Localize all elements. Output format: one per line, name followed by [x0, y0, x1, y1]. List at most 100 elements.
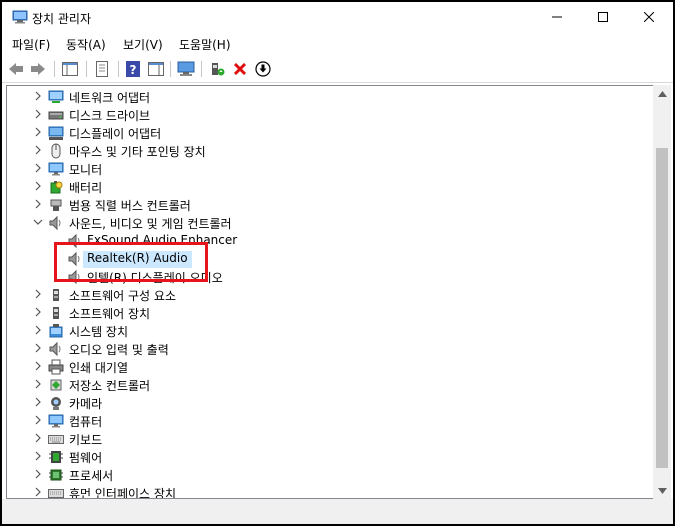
chevron-right-icon[interactable]	[33, 90, 43, 102]
chevron-right-icon[interactable]	[33, 198, 43, 210]
tree-category-item[interactable]: 모니터	[7, 160, 653, 178]
close-icon	[644, 12, 654, 22]
chevron-right-icon[interactable]	[33, 468, 43, 480]
speaker-icon	[48, 215, 64, 231]
tree-item-label: 네트워크 어댑터	[69, 91, 151, 105]
tree-item-label: 키보드	[69, 433, 103, 447]
tree-category-item[interactable]: 마우스 및 기타 포인팅 장치	[7, 142, 653, 160]
chevron-right-icon[interactable]	[33, 378, 43, 390]
tree-category-item[interactable]: 디스플레이 어댑터	[7, 124, 653, 142]
tree-item-label: 모니터	[69, 163, 103, 177]
chevron-right-icon[interactable]	[33, 360, 43, 372]
tree-item-label: 마우스 및 기타 포인팅 장치	[69, 145, 206, 159]
tree-category-item[interactable]: 소프트웨어 구성 요소	[7, 286, 653, 304]
maximize-button[interactable]	[580, 2, 626, 32]
toolbar: ?	[2, 55, 673, 83]
mouse-icon	[48, 143, 64, 159]
camera-icon	[48, 395, 64, 411]
back-arrow-icon	[9, 63, 23, 75]
status-bar	[2, 499, 673, 524]
chevron-right-icon[interactable]	[33, 180, 43, 192]
help-icon: ?	[126, 61, 140, 77]
scroll-up-arrow-icon	[657, 90, 667, 97]
tree-item-label: 소프트웨어 장치	[69, 307, 151, 321]
scroll-up-button[interactable]	[653, 85, 671, 102]
tree-category-item[interactable]: 범용 직렬 버스 컨트롤러	[7, 196, 653, 214]
uninstall-device-button[interactable]	[230, 59, 250, 79]
display-adapter-icon	[48, 125, 64, 141]
chevron-right-icon[interactable]	[33, 144, 43, 156]
tree-item-label: 휴먼 인터페이스 장치	[69, 487, 176, 499]
minimize-button[interactable]	[534, 2, 580, 32]
computer-icon	[48, 413, 64, 429]
delete-x-icon	[233, 62, 247, 76]
network-adapter-icon	[48, 89, 64, 105]
tree-item-label: 카메라	[69, 397, 103, 411]
scan-hardware-button[interactable]	[176, 59, 196, 79]
tree-item-label: 펌웨어	[69, 451, 103, 465]
forward-button[interactable]	[28, 59, 48, 79]
help-button[interactable]: ?	[123, 59, 143, 79]
device-tree[interactable]: 네트워크 어댑터디스크 드라이브디스플레이 어댑터마우스 및 기타 포인팅 장치…	[6, 85, 653, 499]
tree-category-item[interactable]: 카메라	[7, 394, 653, 412]
battery-icon	[48, 179, 64, 195]
tree-category-item[interactable]: 프로세서	[7, 466, 653, 484]
vertical-scrollbar[interactable]	[653, 85, 671, 499]
tree-category-item[interactable]: 배터리	[7, 178, 653, 196]
tree-category-item[interactable]: 컴퓨터	[7, 412, 653, 430]
title-bar: 장치 관리자	[2, 2, 673, 32]
tree-item-label: 저장소 컨트롤러	[69, 379, 151, 393]
tree-category-item[interactable]: 휴먼 인터페이스 장치	[7, 484, 653, 499]
chevron-right-icon[interactable]	[33, 108, 43, 120]
chevron-right-icon[interactable]	[33, 126, 43, 138]
chevron-right-icon[interactable]	[33, 324, 43, 336]
tree-item-label: 디스크 드라이브	[69, 109, 151, 123]
tree-category-item[interactable]: 소프트웨어 장치	[7, 304, 653, 322]
chevron-right-icon[interactable]	[33, 288, 43, 300]
tree-category-item[interactable]: 사운드, 비디오 및 게임 컨트롤러	[7, 214, 653, 232]
menu-help[interactable]: 도움말(H)	[179, 36, 231, 53]
tree-item-label: 사운드, 비디오 및 게임 컨트롤러	[69, 217, 232, 231]
menu-file[interactable]: 파일(F)	[12, 36, 50, 53]
scroll-down-button[interactable]	[653, 482, 671, 499]
chevron-right-icon[interactable]	[33, 414, 43, 426]
tree-category-item[interactable]: 저장소 컨트롤러	[7, 376, 653, 394]
tree-category-item[interactable]: 시스템 장치	[7, 322, 653, 340]
menu-action[interactable]: 동작(A)	[66, 36, 106, 53]
show-hide-console-tree-button[interactable]	[60, 59, 80, 79]
tree-category-item[interactable]: 키보드	[7, 430, 653, 448]
tree-category-item[interactable]: 펌웨어	[7, 448, 653, 466]
tree-category-item[interactable]: 오디오 입력 및 출력	[7, 340, 653, 358]
chevron-right-icon[interactable]	[33, 486, 43, 498]
console-tree-icon	[62, 62, 78, 76]
minimize-icon	[552, 16, 562, 18]
show-hide-action-pane-button[interactable]	[146, 59, 166, 79]
close-button[interactable]	[626, 2, 672, 32]
chevron-right-icon[interactable]	[33, 342, 43, 354]
chevron-down-icon[interactable]	[33, 216, 43, 228]
toolbar-separator	[170, 61, 171, 77]
printer-icon	[48, 359, 64, 375]
update-driver-button[interactable]	[207, 59, 227, 79]
keyboard-icon	[48, 431, 64, 447]
tree-category-item[interactable]: 디스크 드라이브	[7, 106, 653, 124]
back-button[interactable]	[6, 59, 26, 79]
menu-view[interactable]: 보기(V)	[123, 36, 163, 53]
chevron-right-icon[interactable]	[33, 432, 43, 444]
chevron-right-icon[interactable]	[33, 162, 43, 174]
chevron-right-icon[interactable]	[33, 306, 43, 318]
tree-item-label: 디스플레이 어댑터	[69, 127, 162, 141]
toolbar-separator	[118, 61, 119, 77]
tree-category-item[interactable]: 인쇄 대기열	[7, 358, 653, 376]
scrollbar-thumb[interactable]	[656, 148, 668, 468]
disk-drive-icon	[48, 107, 64, 123]
chevron-right-icon[interactable]	[33, 396, 43, 408]
chevron-right-icon[interactable]	[33, 450, 43, 462]
tree-category-item[interactable]: 네트워크 어댑터	[7, 88, 653, 106]
properties-button[interactable]	[92, 59, 112, 79]
action-pane-icon	[148, 62, 164, 76]
disable-device-button[interactable]	[253, 59, 273, 79]
software-component-icon	[48, 287, 64, 303]
audio-io-icon	[48, 341, 64, 357]
tree-item-label: 오디오 입력 및 출력	[69, 343, 169, 357]
